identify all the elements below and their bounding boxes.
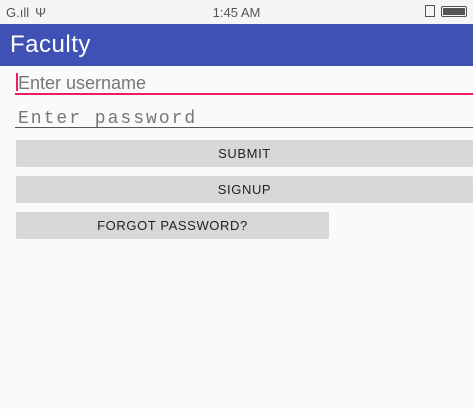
app-title: Faculty: [10, 31, 91, 58]
status-bar: G.ıll Ψ 1:45 AM: [0, 0, 473, 24]
vibrate-icon: [425, 5, 435, 17]
app-bar: Faculty: [0, 24, 473, 66]
password-underline: [15, 127, 473, 128]
signup-button[interactable]: SIGNUP: [16, 176, 473, 203]
password-input[interactable]: [16, 106, 473, 132]
forgot-password-button[interactable]: FORGOT PASSWORD?: [16, 212, 329, 239]
text-cursor: [16, 73, 18, 91]
username-underline: [15, 93, 473, 95]
status-right: [425, 5, 467, 17]
battery-icon: [441, 5, 467, 17]
submit-button[interactable]: SUBMIT: [16, 140, 473, 167]
status-time: 1:45 AM: [212, 5, 261, 20]
